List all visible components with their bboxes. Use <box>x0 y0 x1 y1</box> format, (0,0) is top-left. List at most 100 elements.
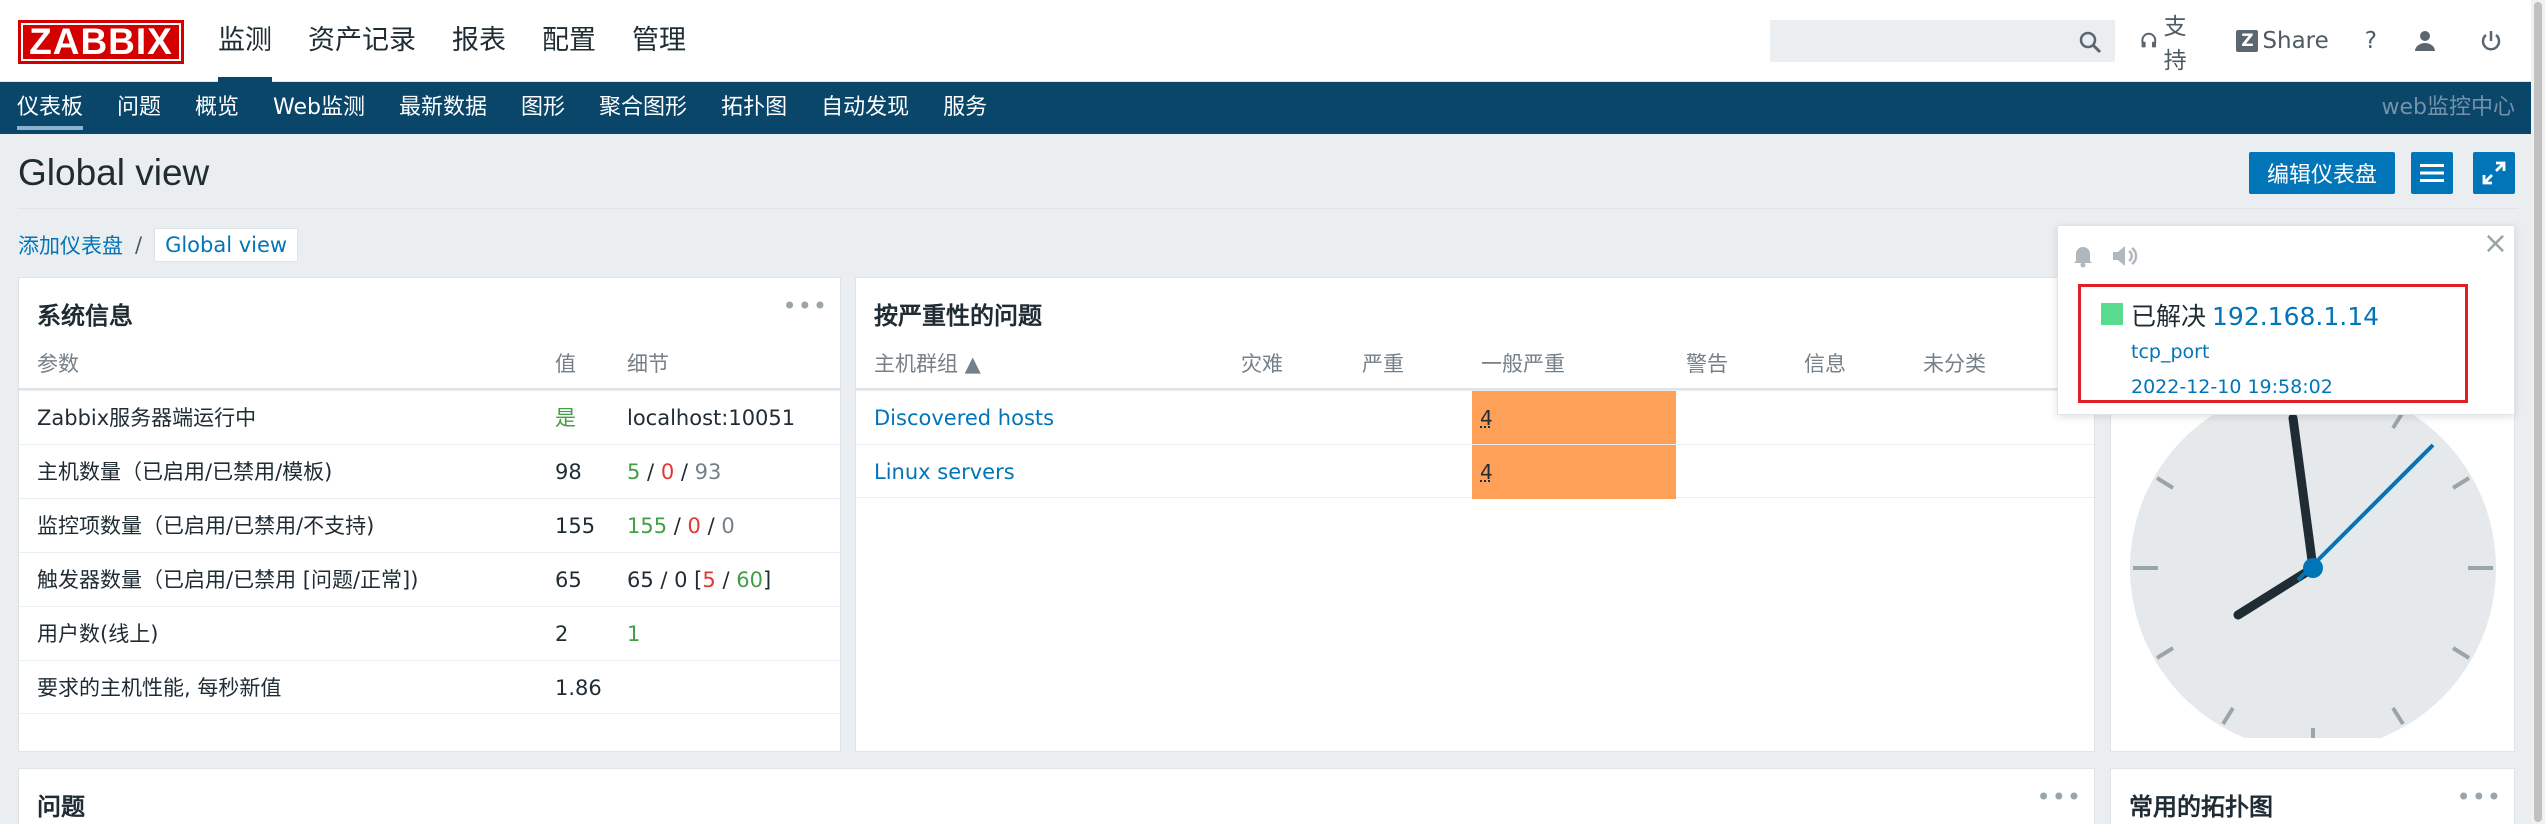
table-row: Zabbix服务器端运行中 是 localhost:10051 <box>19 390 840 444</box>
sub-nav: 仪表板 问题 概览 Web监测 最新数据 图形 聚合图形 拓扑图 自动发现 服务… <box>0 82 2545 134</box>
main-nav-reports[interactable]: 报表 <box>434 0 524 82</box>
main-nav-administration[interactable]: 管理 <box>614 0 704 82</box>
disabled-count: 0 <box>660 460 675 484</box>
col-header-warning: 警告 <box>1686 352 1728 376</box>
param-cell: 要求的主机性能, 每秒新值 <box>37 676 282 700</box>
fullscreen-icon <box>2482 161 2506 185</box>
problems-by-severity-widget: 按严重性的问题 主机群组 ▲ 灾难 严重 一般严重 警告 信息 未分类 Disc… <box>855 277 2095 752</box>
table-row: 监控项数量（已启用/已禁用/不支持) 155 155 / 0 / 0 <box>19 498 840 552</box>
col-header-information: 信息 <box>1804 352 1846 376</box>
widget-title: 问题 <box>37 793 85 821</box>
main-nav: 监测 资产记录 报表 配置 管理 <box>200 0 704 82</box>
clock-face <box>2130 398 2496 738</box>
clock-center <box>2303 558 2323 578</box>
col-header-disaster: 灾难 <box>1241 352 1283 376</box>
server-name: web监控中心 <box>2381 95 2516 120</box>
hamburger-icon <box>2420 164 2444 182</box>
main-nav-configuration[interactable]: 配置 <box>524 0 614 82</box>
actions-menu-button[interactable] <box>2411 152 2453 194</box>
share-link[interactable]: Z Share <box>2236 28 2329 54</box>
widget-menu-button[interactable]: ••• <box>2037 783 2082 811</box>
user-icon <box>2415 31 2435 51</box>
search-input[interactable] <box>1771 21 2114 61</box>
widget-title: 常用的拓扑图 <box>2129 793 2273 821</box>
status-label: 已解决 <box>2131 302 2207 331</box>
sub-nav-discovery[interactable]: 自动发现 <box>804 82 926 134</box>
trigger-link[interactable]: tcp_port <box>2131 341 2209 363</box>
page-scrollbar-thumb[interactable] <box>2534 2 2542 822</box>
headset-icon <box>2141 32 2157 48</box>
table-row: Discovered hosts 4 <box>856 390 2094 445</box>
param-cell: Zabbix服务器端运行中 <box>37 406 257 430</box>
widget-menu-button[interactable]: ••• <box>783 292 828 320</box>
bell-icon[interactable] <box>2070 243 2096 269</box>
notification-item: 已解决 192.168.1.14 tcp_port 2022-12-10 19:5… <box>2078 284 2468 403</box>
host-group-link[interactable]: Linux servers <box>874 445 1015 499</box>
sub-nav-web[interactable]: Web监测 <box>256 82 382 134</box>
param-cell: 主机数量（已启用/已禁用/模板) <box>37 460 333 484</box>
sub-nav-dashboard[interactable]: 仪表板 <box>0 82 100 134</box>
detail-suffix: ] <box>762 568 772 592</box>
separator: / <box>640 460 661 484</box>
value-cell: 2 <box>555 622 569 646</box>
breadcrumb: 添加仪表盘 / Global view <box>18 228 299 262</box>
sub-nav-overview[interactable]: 概览 <box>178 82 256 134</box>
unsupported-count: 0 <box>721 514 735 538</box>
detail-cell: 65 / 0 [5 / 60] <box>627 553 771 607</box>
breadcrumb-dashboards[interactable]: 添加仪表盘 <box>18 230 123 260</box>
host-link[interactable]: 192.168.1.14 <box>2212 302 2379 331</box>
average-severity-cell[interactable]: 4 <box>1472 391 1676 445</box>
search-box <box>1770 20 2115 62</box>
separator: / <box>700 514 722 538</box>
page-title: Global view <box>18 152 210 193</box>
table-row: Linux servers 4 <box>856 444 2094 499</box>
widget-menu-button[interactable]: ••• <box>2457 783 2502 811</box>
detail-cell: 1 <box>627 622 641 646</box>
main-nav-inventory[interactable]: 资产记录 <box>290 0 434 82</box>
ok-count: 60 <box>736 568 763 592</box>
sub-nav-problems[interactable]: 问题 <box>100 82 178 134</box>
resolved-status-indicator <box>2101 303 2123 325</box>
main-nav-monitoring[interactable]: 监测 <box>200 0 290 82</box>
power-icon <box>2481 31 2501 51</box>
sub-nav-maps[interactable]: 拓扑图 <box>704 82 804 134</box>
support-label: 支持 <box>2163 14 2187 74</box>
close-notification-button[interactable]: × <box>2483 226 2508 261</box>
event-time-link[interactable]: 2022-12-10 19:58:02 <box>2131 376 2333 398</box>
enabled-count: 5 <box>627 460 641 484</box>
col-header-host-group[interactable]: 主机群组 ▲ <box>874 348 981 378</box>
host-group-link[interactable]: Discovered hosts <box>874 391 1054 445</box>
search-icon[interactable] <box>2078 30 2102 54</box>
detail-cell: localhost:10051 <box>627 406 796 430</box>
sub-nav-services[interactable]: 服务 <box>926 82 1004 134</box>
param-cell: 监控项数量（已启用/已禁用/不支持) <box>37 514 375 538</box>
help-button[interactable]: ? <box>2365 28 2377 54</box>
edit-dashboard-button[interactable]: 编辑仪表盘 <box>2249 152 2395 194</box>
zabbix-logo[interactable]: ZABBIX <box>18 20 184 64</box>
sign-out-button[interactable] <box>2479 29 2509 53</box>
col-header-not-classified: 未分类 <box>1923 352 1986 376</box>
col-header-average: 一般严重 <box>1481 352 1565 376</box>
col-header-param: 参数 <box>37 352 79 376</box>
breadcrumb-current[interactable]: Global view <box>154 228 299 262</box>
widget-title: 系统信息 <box>37 302 133 330</box>
detail-cell: 5 / 0 / 93 <box>627 445 721 499</box>
sub-nav-latest-data[interactable]: 最新数据 <box>382 82 504 134</box>
top-bar: ZABBIX 监测 资产记录 报表 配置 管理 支持 Z Share ? <box>0 0 2545 82</box>
table-row: 要求的主机性能, 每秒新值 1.86 <box>19 660 840 714</box>
average-severity-cell[interactable]: 4 <box>1472 445 1676 499</box>
fullscreen-button[interactable] <box>2473 152 2515 194</box>
support-link[interactable]: 支持 <box>2140 7 2200 75</box>
problems-widget: 问题 ••• <box>18 768 2095 824</box>
notification-status: 已解决 192.168.1.14 <box>2131 297 2379 333</box>
detail-cell: 155 / 0 / 0 <box>627 499 735 553</box>
template-count: 93 <box>694 460 722 484</box>
user-profile-button[interactable] <box>2413 29 2443 53</box>
separator: / <box>667 514 688 538</box>
sub-nav-screens[interactable]: 聚合图形 <box>582 82 704 134</box>
favourite-maps-widget: 常用的拓扑图 ••• <box>2110 768 2515 824</box>
top-right-actions: 支持 Z Share ? <box>2140 0 2545 82</box>
sub-nav-graphs[interactable]: 图形 <box>504 82 582 134</box>
separator: / <box>715 568 737 592</box>
speaker-icon[interactable] <box>2110 243 2142 269</box>
